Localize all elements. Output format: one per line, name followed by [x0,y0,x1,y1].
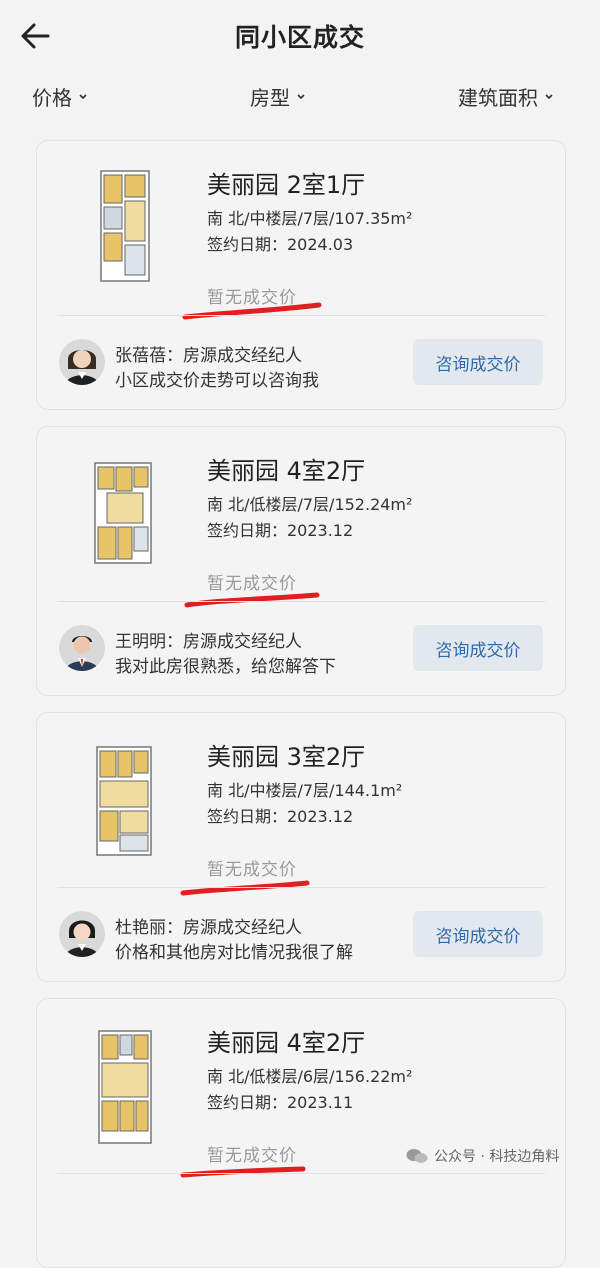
agent-message: 我对此房很熟悉，给您解答下 [115,657,336,677]
listing-title: 美丽园 2室1厅 [207,171,366,199]
red-underline-annotation [180,880,310,896]
red-underline-annotation [184,592,320,608]
floor-plan-image [98,1030,152,1144]
red-underline-annotation [182,302,322,320]
filter-price[interactable]: 价格 [32,82,88,111]
watermark: 公众号 · 科技边角料 [406,1146,559,1166]
agent-message: 价格和其他房对比情况我很了解 [115,943,353,963]
filter-bar: 价格 房型 建筑面积 [0,82,600,114]
agent-avatar [59,625,105,671]
agent-avatar [59,911,105,957]
listing-title: 美丽园 4室2厅 [207,1029,366,1057]
listing-spec: 南 北/低楼层/7层/152.24m² [207,495,413,514]
floor-plan-image [94,462,152,564]
agent-name: 张蓓蓓：房源成交经纪人 [115,346,302,366]
listing-date: 签约日期：2023.12 [207,807,354,826]
filter-area[interactable]: 建筑面积 [458,82,554,111]
header: 同小区成交 [0,0,600,70]
red-underline-annotation [180,1166,306,1178]
chevron-down-icon [545,93,553,99]
filter-area-label: 建筑面积 [458,86,538,110]
listing-card[interactable]: 美丽园 2室1厅 南 北/中楼层/7层/107.35m² 签约日期：2024.0… [36,140,566,410]
chevron-down-icon [79,93,87,99]
floor-plan-image [100,170,150,282]
listing-title: 美丽园 3室2厅 [207,743,366,771]
listing-card[interactable]: 美丽园 4室2厅 南 北/低楼层/7层/152.24m² 签约日期：2023.1… [36,426,566,696]
listing-spec: 南 北/中楼层/7层/107.35m² [207,209,413,228]
agent-name: 王明明：房源成交经纪人 [115,632,302,652]
consult-price-button[interactable]: 咨询成交价 [413,911,543,957]
listing-spec: 南 北/中楼层/7层/144.1m² [207,781,403,800]
listing-card[interactable]: 美丽园 4室2厅 南 北/低楼层/6层/156.22m² 签约日期：2023.1… [36,998,566,1268]
filter-layout-label: 房型 [250,86,290,110]
floor-plan-image [96,746,152,856]
divider [57,1173,545,1174]
page-title: 同小区成交 [234,23,365,52]
divider [57,601,545,602]
listing-card[interactable]: 美丽园 3室2厅 南 北/中楼层/7层/144.1m² 签约日期：2023.12… [36,712,566,982]
listing-date: 签约日期：2023.11 [207,1093,354,1112]
listing-date: 签约日期：2024.03 [207,235,354,254]
chevron-down-icon [297,93,305,99]
listing-date: 签约日期：2023.12 [207,521,354,540]
filter-price-label: 价格 [32,86,72,110]
consult-price-button[interactable]: 咨询成交价 [413,625,543,671]
divider [57,887,545,888]
agent-avatar [59,339,105,385]
consult-price-button[interactable]: 咨询成交价 [413,339,543,385]
agent-name: 杜艳丽：房源成交经纪人 [115,918,302,938]
divider [57,315,545,316]
listing-spec: 南 北/低楼层/6层/156.22m² [207,1067,413,1086]
watermark-text: 公众号 · 科技边角料 [434,1149,560,1165]
agent-message: 小区成交价走势可以咨询我 [115,371,319,391]
listing-title: 美丽园 4室2厅 [207,457,366,485]
filter-layout[interactable]: 房型 [250,82,306,111]
wechat-icon [406,1149,428,1163]
